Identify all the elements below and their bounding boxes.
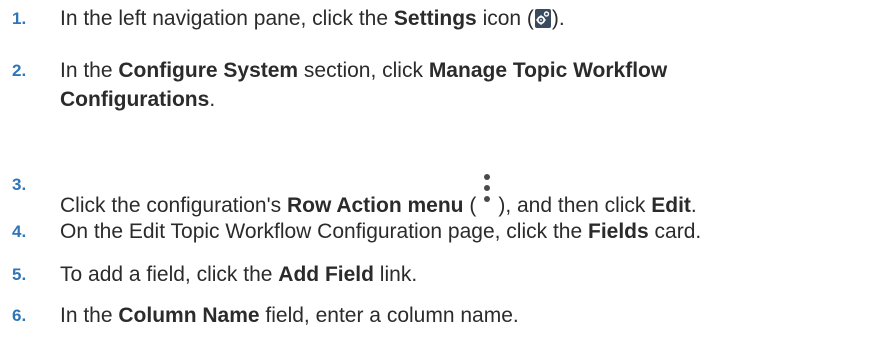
step-number: 3. [12, 175, 27, 194]
step-text: In the Configure System section, click M… [60, 59, 668, 111]
procedure-steps: 1. In the left navigation pane, click th… [0, 0, 876, 339]
step-number: 5. [12, 265, 27, 284]
add-field-label: Add Field [278, 263, 374, 286]
step-text: In the left navigation pane, click the S… [60, 7, 565, 30]
settings-label: Settings [393, 7, 477, 30]
step-number: 2. [12, 61, 27, 80]
fields-label: Fields [588, 220, 649, 243]
step-number: 1. [12, 9, 27, 28]
edit-label: Edit [651, 194, 691, 217]
step-text: To add a field, click the Add Field link… [60, 263, 418, 286]
step-text: In the Column Name field, enter a column… [60, 304, 519, 327]
gear-settings-icon [534, 9, 551, 28]
step-number: 4. [12, 222, 27, 241]
configurations-label: Configurations [60, 88, 210, 111]
step-text: Click the configuration's Row Action men… [60, 170, 870, 220]
row-action-menu-label: Row Action menu [286, 194, 464, 217]
step-number: 6. [12, 306, 27, 325]
column-name-label: Column Name [118, 304, 260, 327]
step-text: On the Edit Topic Workflow Configuration… [60, 220, 702, 243]
manage-topic-workflow-label: Manage Topic Workflow [428, 59, 668, 82]
configure-system-label: Configure System [118, 59, 299, 82]
vertical-ellipsis-icon [476, 170, 499, 210]
